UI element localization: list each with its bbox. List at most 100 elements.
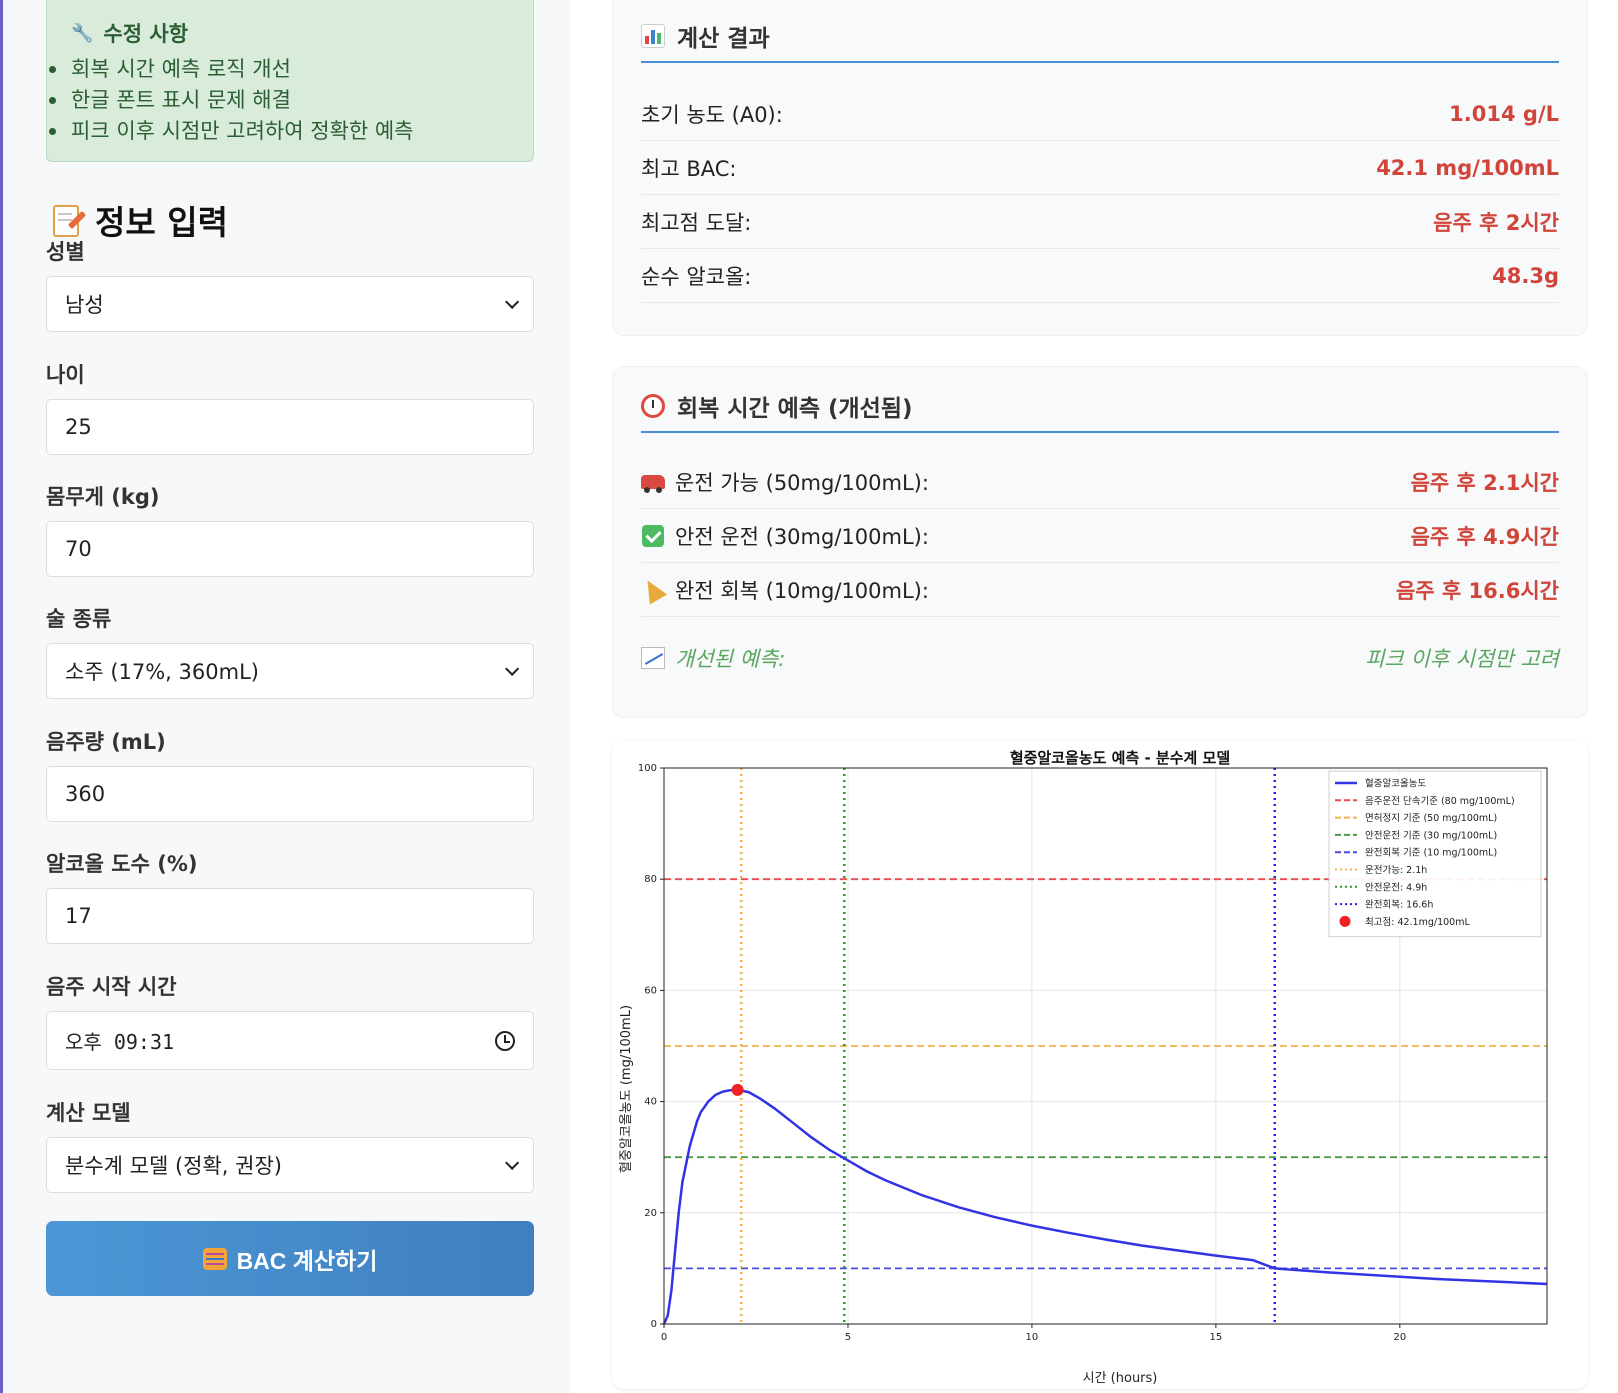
recovery-label: 안전 운전 (30mg/100mL): [675, 524, 929, 549]
gender-label: 성별 [46, 240, 85, 264]
bac-chart-card: 0 5 10 15 20 0 20 40 60 80 100 혈중알코올농도 음주운전 단속기준 (8… [612, 741, 1588, 1389]
x-tick-label: 20 [1393, 1332, 1406, 1343]
age-label: 나이 [46, 363, 85, 387]
start-time-input[interactable]: 오후 09:31 [46, 1011, 534, 1070]
chevron-down-icon [505, 1155, 520, 1170]
y-tick-label: 20 [644, 1208, 657, 1219]
form-title-text: 정보 입력 [95, 203, 228, 242]
legend-label: 음주운전 단속기준 (80 mg/100mL) [1365, 796, 1515, 807]
result-row-peak-time: 최고점 도달: 음주 후 2시간 [641, 195, 1559, 249]
legend-label: 완전회복: 16.6h [1365, 900, 1433, 911]
y-tick-label: 80 [644, 874, 657, 885]
y-tick-label: 100 [638, 763, 657, 774]
y-tick-label: 60 [644, 985, 657, 996]
model-value: 분수계 모델 (정확, 권장) [65, 1154, 282, 1178]
clock-icon[interactable] [495, 1030, 515, 1051]
legend-label: 최고점: 42.1mg/100mL [1365, 916, 1470, 928]
check-icon [641, 524, 665, 548]
peak-marker [731, 1083, 744, 1096]
results-header: 계산 결과 [641, 17, 1559, 63]
abacus-icon [202, 1247, 227, 1270]
bac-curve [662, 1088, 1548, 1325]
legend-label: 면허정지 기준 (50 mg/100mL) [1365, 813, 1497, 824]
recovery-note: 개선된 예측: 피크 이후 시점만 고려 [641, 631, 1559, 685]
result-label: 최고 BAC: [641, 156, 737, 181]
notice-item: 피크 이후 시점만 고려하여 정확한 예측 [49, 116, 509, 147]
result-label: 최고점 도달: [641, 210, 752, 235]
x-axis-label: 시간 (hours) [1083, 1371, 1158, 1386]
abv-label: 알코올 도수 (%) [46, 852, 198, 876]
recovery-header: 회복 시간 예측 (개선됨) [641, 387, 1559, 433]
recovery-row-full: 완전 회복 (10mg/100mL): 음주 후 16.6시간 [638, 563, 1559, 617]
legend-label: 완전회복 기준 (10 mg/100mL) [1365, 848, 1497, 859]
result-value: 42.1 mg/100mL [1376, 155, 1559, 180]
gender-select[interactable]: 남성 [46, 276, 534, 332]
recovery-note-value: 피크 이후 시점만 고려 [1365, 647, 1559, 671]
party-popper-icon [638, 574, 668, 605]
bar-chart-icon [641, 24, 665, 48]
results-card: 계산 결과 초기 농도 (A0): 1.014 g/L 최고 BAC: 42.1… [612, 0, 1588, 336]
chart-increasing-icon [641, 646, 665, 670]
x-tick-label: 15 [1210, 1332, 1223, 1343]
legend-label: 안전운전: 4.9h [1365, 882, 1427, 893]
recovery-label: 완전 회복 (10mg/100mL): [675, 578, 929, 603]
amount-value: 360 [65, 782, 106, 806]
recovery-value: 음주 후 16.6시간 [1395, 578, 1559, 603]
notice-item: 한글 폰트 표시 문제 해결 [49, 85, 509, 116]
recovery-title: 회복 시간 예측 (개선됨) [677, 396, 913, 422]
gender-value: 남성 [65, 293, 104, 317]
weight-value: 70 [65, 537, 92, 561]
x-tick-label: 10 [1026, 1332, 1039, 1343]
model-label: 계산 모델 [46, 1101, 131, 1125]
plot-area [662, 1083, 1548, 1325]
start-time-value: 오후 09:31 [65, 1030, 175, 1054]
recovery-card: 회복 시간 예측 (개선됨) 운전 가능 (50mg/100mL): 음주 후 … [612, 366, 1588, 718]
drink-type-label: 술 종류 [46, 607, 112, 631]
result-value: 1.014 g/L [1449, 101, 1559, 126]
start-time-label: 음주 시작 시간 [46, 975, 177, 999]
result-value: 48.3g [1492, 263, 1559, 288]
legend-label: 운전가능: 2.1h [1365, 865, 1427, 876]
recovery-note-label: 개선된 예측: [675, 647, 786, 671]
legend-label: 혈중알코올농도 [1365, 778, 1426, 790]
notice-title: 🔧 수정 사항 [71, 18, 509, 48]
calculate-button-label: BAC 계산하기 [236, 1247, 378, 1274]
result-row-initial: 초기 농도 (A0): 1.014 g/L [641, 87, 1559, 141]
legend-swatch [1339, 915, 1351, 927]
abv-input[interactable]: 17 [46, 888, 534, 944]
recovery-row-safe: 안전 운전 (30mg/100mL): 음주 후 4.9시간 [641, 509, 1559, 563]
y-tick-label: 0 [651, 1319, 657, 1330]
result-label: 순수 알코올: [641, 264, 752, 289]
input-panel: 🔧 수정 사항 회복 시간 예측 로직 개선 한글 폰트 표시 문제 해결 피크… [3, 0, 570, 1393]
chart-legend: 혈중알코올농도음주운전 단속기준 (80 mg/100mL) 면허정지 기준 (5… [1328, 770, 1542, 938]
age-value: 25 [65, 415, 92, 439]
weight-label: 몸무게 (kg) [46, 485, 160, 509]
weight-input[interactable]: 70 [46, 521, 534, 577]
bac-chart: 0 5 10 15 20 0 20 40 60 80 100 혈중알코올농도음주운전 단속기준 (8… [619, 749, 1548, 1386]
age-input[interactable]: 25 [46, 399, 534, 455]
chart-title: 혈중알코올농도 예측 - 분수계 모델 [1010, 749, 1231, 767]
abv-value: 17 [65, 904, 92, 928]
x-tick-label: 5 [845, 1332, 851, 1343]
drink-type-select[interactable]: 소주 (17%, 360mL) [46, 643, 534, 699]
x-tick-label: 0 [661, 1332, 667, 1343]
calculate-button[interactable]: BAC 계산하기 [46, 1221, 534, 1296]
car-icon [641, 470, 665, 494]
notice-item: 회복 시간 예측 로직 개선 [49, 54, 509, 85]
recovery-value: 음주 후 4.9시간 [1410, 524, 1559, 549]
y-axis-label: 혈중알코올농도 (mg/100mL) [619, 1005, 634, 1173]
memo-icon [53, 203, 87, 237]
update-notice: 🔧 수정 사항 회복 시간 예측 로직 개선 한글 폰트 표시 문제 해결 피크… [46, 0, 534, 162]
result-label: 초기 농도 (A0): [641, 102, 783, 127]
chevron-down-icon [505, 661, 520, 676]
amount-label: 음주량 (mL) [46, 730, 166, 754]
result-row-pure-alcohol: 순수 알코올: 48.3g [641, 249, 1559, 303]
chevron-down-icon [505, 294, 520, 309]
amount-input[interactable]: 360 [46, 766, 534, 822]
alarm-clock-icon [641, 394, 665, 418]
wrench-icon: 🔧 [71, 22, 94, 44]
recovery-label: 운전 가능 (50mg/100mL): [675, 470, 929, 495]
model-select[interactable]: 분수계 모델 (정확, 권장) [46, 1137, 534, 1193]
recovery-row-drive: 운전 가능 (50mg/100mL): 음주 후 2.1시간 [641, 455, 1559, 509]
results-title: 계산 결과 [677, 26, 770, 52]
